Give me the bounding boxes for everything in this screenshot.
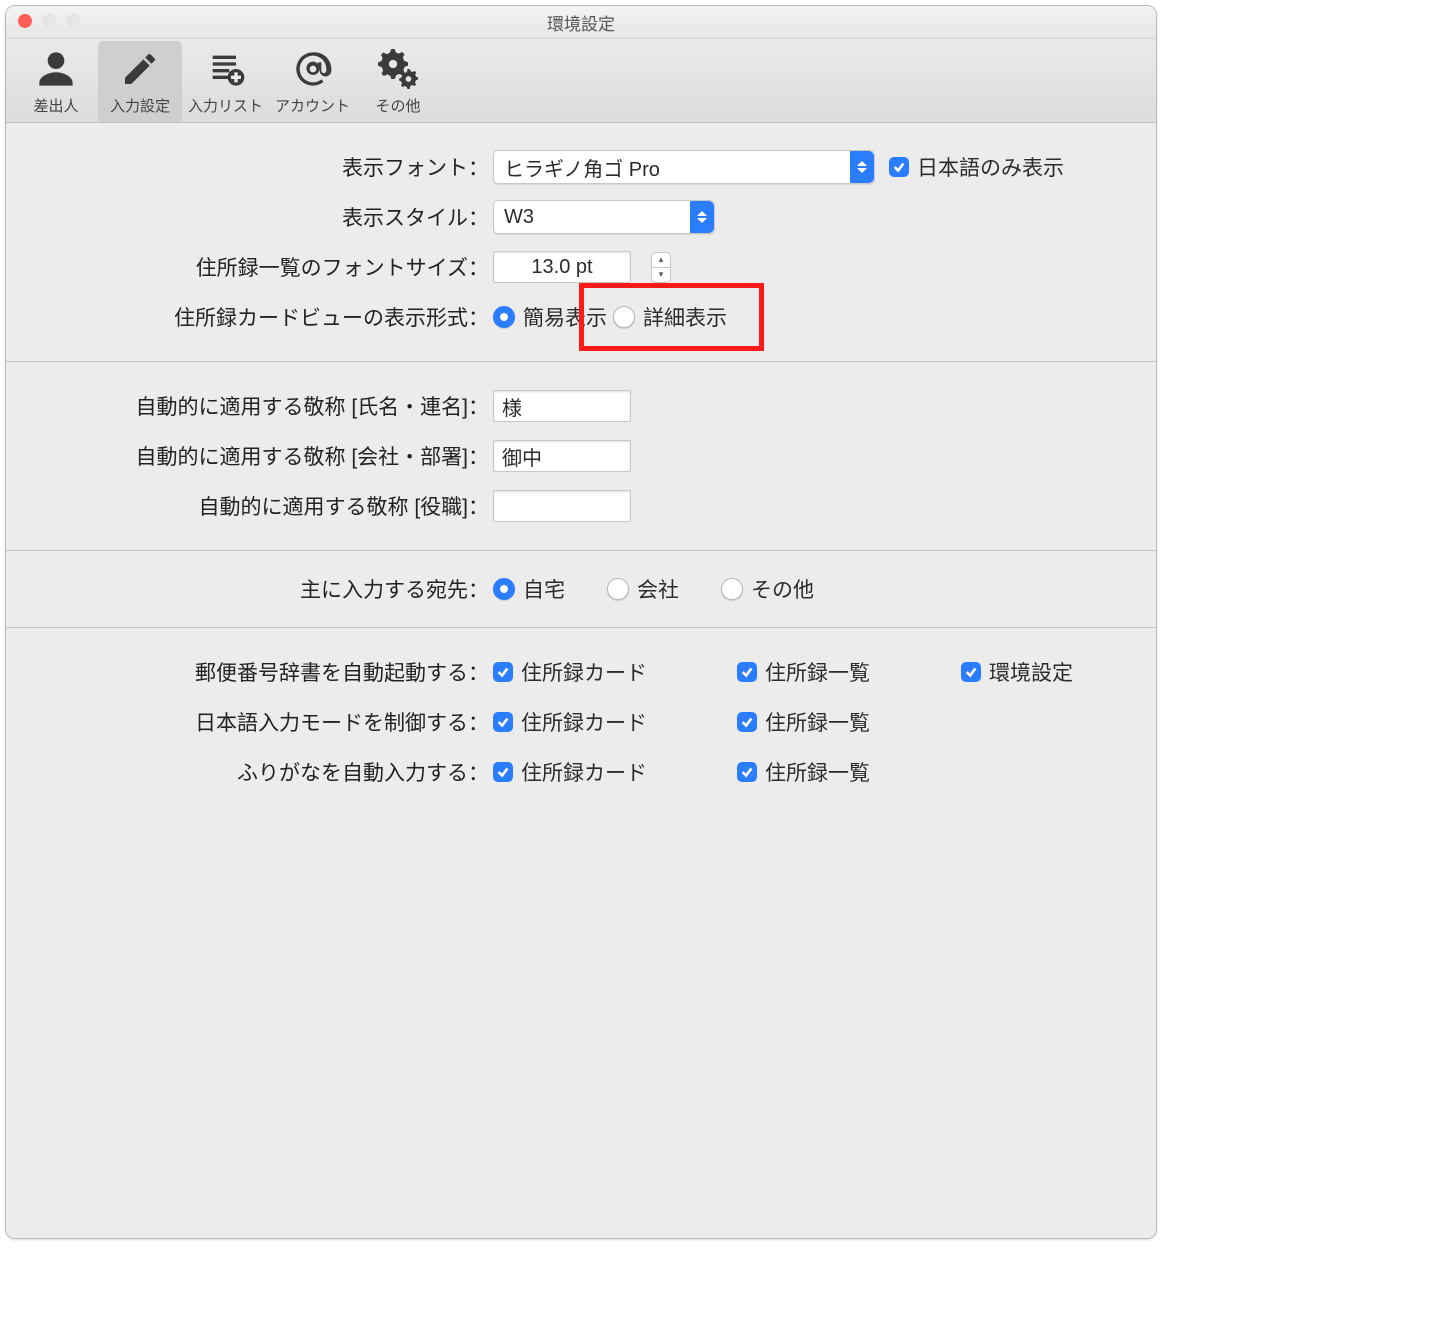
honorific-name-label: 自動的に適用する敬称 [氏名・連名]： xyxy=(34,391,493,421)
gears-icon xyxy=(376,47,420,91)
fontsize-label: 住所録一覧のフォントサイズ： xyxy=(34,252,493,282)
ime-list-checkbox[interactable]: 住所録一覧 xyxy=(737,707,907,737)
furigana-card-checkbox[interactable]: 住所録カード xyxy=(493,757,683,787)
check-icon xyxy=(961,662,981,682)
radio-on-icon xyxy=(493,578,515,600)
addressee-label: 主に入力する宛先： xyxy=(34,574,493,604)
honorific-name-input[interactable]: 様 xyxy=(493,390,631,422)
fontsize-input[interactable]: 13.0 pt xyxy=(493,251,631,283)
toolbar-item-label: 差出人 xyxy=(33,95,78,116)
radio-off-icon xyxy=(607,578,629,600)
style-select[interactable]: W3 xyxy=(493,200,715,234)
toolbar-item-label: 入力リスト xyxy=(188,95,263,116)
check-icon xyxy=(737,662,757,682)
addressee-home-label: 自宅 xyxy=(523,574,565,604)
ime-card-checkbox[interactable]: 住所録カード xyxy=(493,707,683,737)
person-icon xyxy=(34,47,78,91)
check-icon xyxy=(493,712,513,732)
honorific-role-label: 自動的に適用する敬称 [役職]： xyxy=(34,491,493,521)
display-section: 表示フォント： ヒラギノ角ゴ Pro 日本語のみ表示 表示スタイル： xyxy=(6,123,1156,361)
stepper-up-icon[interactable]: ▴ xyxy=(651,252,671,267)
toolbar: 差出人 入力設定 入力リスト アカウント その他 xyxy=(6,39,1156,123)
postal-dict-card-checkbox[interactable]: 住所録カード xyxy=(493,657,683,687)
toolbar-item-label: その他 xyxy=(376,95,421,116)
honorific-section: 自動的に適用する敬称 [氏名・連名]： 様 自動的に適用する敬称 [会社・部署]… xyxy=(6,362,1156,550)
toolbar-item-sender[interactable]: 差出人 xyxy=(14,41,98,122)
window-title: 環境設定 xyxy=(547,10,615,35)
viewmode-simple-radio[interactable]: 簡易表示 xyxy=(493,302,607,332)
furigana-label: ふりがなを自動入力する： xyxy=(34,757,493,787)
fontsize-stepper[interactable]: ▴ ▾ xyxy=(651,252,671,283)
preferences-window: 環境設定 差出人 入力設定 入力リスト アカウント xyxy=(5,5,1157,1239)
check-icon xyxy=(493,762,513,782)
furigana-list-checkbox[interactable]: 住所録一覧 xyxy=(737,757,907,787)
toolbar-item-label: アカウント xyxy=(275,95,350,116)
addressee-home-radio[interactable]: 自宅 xyxy=(493,574,565,604)
postal-dict-list-checkbox[interactable]: 住所録一覧 xyxy=(737,657,907,687)
addressee-other-label: その他 xyxy=(751,574,814,604)
addressee-section: 主に入力する宛先： 自宅 会社 その他 xyxy=(6,551,1156,627)
minimize-icon[interactable] xyxy=(42,14,56,28)
font-select[interactable]: ヒラギノ角ゴ Pro xyxy=(493,150,875,184)
close-icon[interactable] xyxy=(18,14,32,28)
check-icon xyxy=(493,662,513,682)
viewmode-detail-radio[interactable]: 詳細表示 xyxy=(613,302,727,332)
viewmode-simple-label: 簡易表示 xyxy=(523,302,607,332)
radio-off-icon xyxy=(613,306,635,328)
radio-off-icon xyxy=(721,578,743,600)
japanese-only-label: 日本語のみ表示 xyxy=(917,152,1064,182)
japanese-only-checkbox[interactable]: 日本語のみ表示 xyxy=(889,152,1064,182)
honorific-role-input[interactable] xyxy=(493,490,631,522)
at-icon xyxy=(291,47,335,91)
check-icon xyxy=(737,712,757,732)
window-controls xyxy=(18,14,80,28)
style-select-value: W3 xyxy=(494,206,544,229)
chevron-updown-icon xyxy=(850,151,874,183)
toolbar-item-input[interactable]: 入力設定 xyxy=(98,41,182,122)
radio-on-icon xyxy=(493,306,515,328)
check-icon xyxy=(737,762,757,782)
postal-dict-prefs-checkbox[interactable]: 環境設定 xyxy=(961,657,1073,687)
check-icon xyxy=(889,157,909,177)
toolbar-item-list[interactable]: 入力リスト xyxy=(182,41,269,122)
chevron-updown-icon xyxy=(690,201,714,233)
ime-control-label: 日本語入力モードを制御する： xyxy=(34,707,493,737)
viewmode-detail-label: 詳細表示 xyxy=(643,302,727,332)
addressee-other-radio[interactable]: その他 xyxy=(721,574,814,604)
toolbar-item-label: 入力設定 xyxy=(110,95,170,116)
stepper-down-icon[interactable]: ▾ xyxy=(651,267,671,283)
postal-dict-label: 郵便番号辞書を自動起動する： xyxy=(34,657,493,687)
font-label: 表示フォント： xyxy=(34,152,493,182)
addressee-company-radio[interactable]: 会社 xyxy=(607,574,679,604)
toolbar-item-other[interactable]: その他 xyxy=(356,41,440,122)
automation-section: 郵便番号辞書を自動起動する： 住所録カード 住所録一覧 環境設定 日本語入力モー… xyxy=(6,628,1156,1238)
titlebar: 環境設定 xyxy=(6,6,1156,39)
pencil-icon xyxy=(118,47,162,91)
honorific-company-label: 自動的に適用する敬称 [会社・部署]： xyxy=(34,441,493,471)
font-select-value: ヒラギノ角ゴ Pro xyxy=(494,153,670,182)
honorific-company-input[interactable]: 御中 xyxy=(493,440,631,472)
content: 表示フォント： ヒラギノ角ゴ Pro 日本語のみ表示 表示スタイル： xyxy=(6,123,1156,1238)
addressee-company-label: 会社 xyxy=(637,574,679,604)
zoom-icon[interactable] xyxy=(66,14,80,28)
toolbar-item-account[interactable]: アカウント xyxy=(269,41,356,122)
list-add-icon xyxy=(204,47,248,91)
style-label: 表示スタイル： xyxy=(34,202,493,232)
viewmode-label: 住所録カードビューの表示形式： xyxy=(34,302,493,332)
